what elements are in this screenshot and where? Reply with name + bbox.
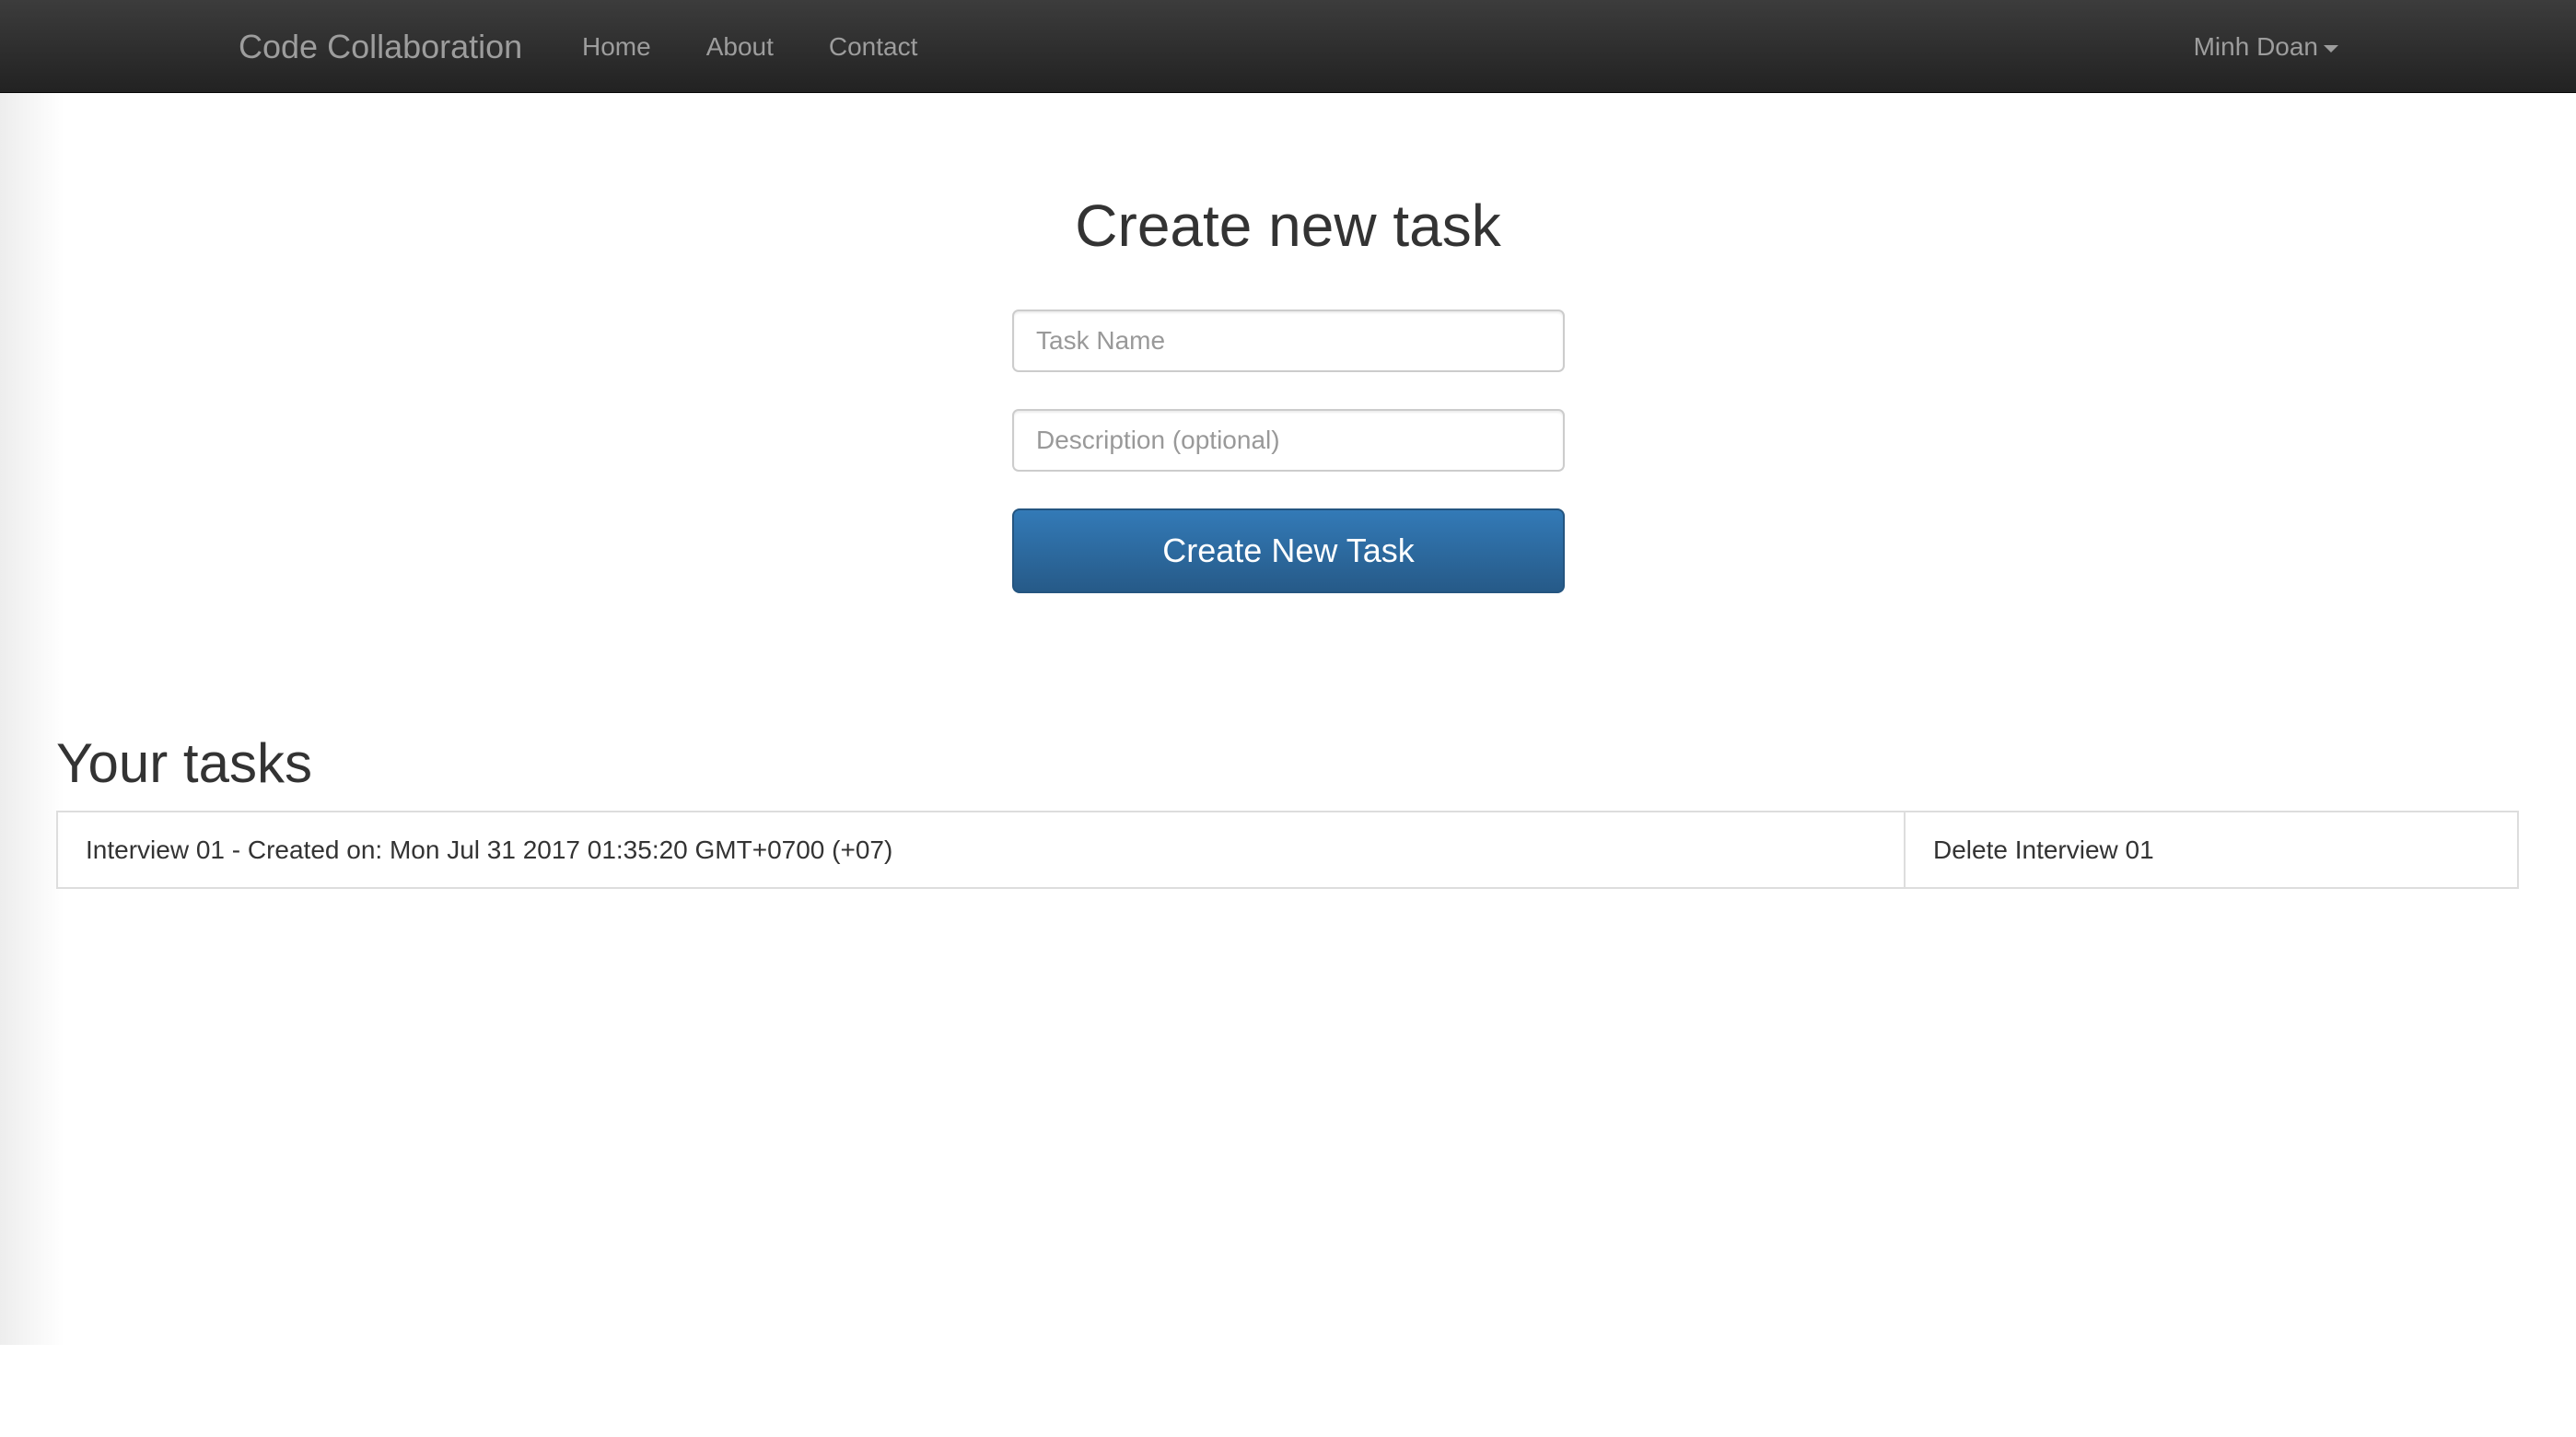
- create-new-task-button[interactable]: Create New Task: [1012, 508, 1565, 593]
- create-task-form: Create New Task: [1012, 310, 1565, 593]
- user-menu-dropdown[interactable]: Minh Doan: [2194, 0, 2338, 93]
- user-name: Minh Doan: [2193, 31, 2318, 61]
- nav-links: Home About Contact: [582, 0, 973, 93]
- task-info-cell: Interview 01 - Created on: Mon Jul 31 20…: [56, 811, 1906, 889]
- delete-task-button[interactable]: Delete Interview 01: [1904, 811, 2519, 889]
- nav-item-contact: Contact: [829, 32, 918, 62]
- nav-link-about[interactable]: About: [706, 32, 774, 61]
- task-name-input[interactable]: [1012, 310, 1565, 372]
- page-edge-shadow: [0, 92, 64, 1345]
- nav-link-contact[interactable]: Contact: [829, 32, 918, 61]
- task-row: Interview 01 - Created on: Mon Jul 31 20…: [56, 811, 2521, 889]
- your-tasks-heading: Your tasks: [56, 732, 312, 794]
- nav-item-home: Home: [582, 32, 651, 62]
- nav-link-home[interactable]: Home: [582, 32, 651, 61]
- caret-down-icon: [2324, 44, 2338, 53]
- task-description-input[interactable]: [1012, 409, 1565, 472]
- nav-item-about: About: [706, 32, 774, 62]
- top-navbar: Code Collaboration Home About Contact Mi…: [0, 0, 2576, 93]
- navbar-brand[interactable]: Code Collaboration: [239, 0, 522, 93]
- create-task-heading: Create new task: [1075, 193, 1501, 259]
